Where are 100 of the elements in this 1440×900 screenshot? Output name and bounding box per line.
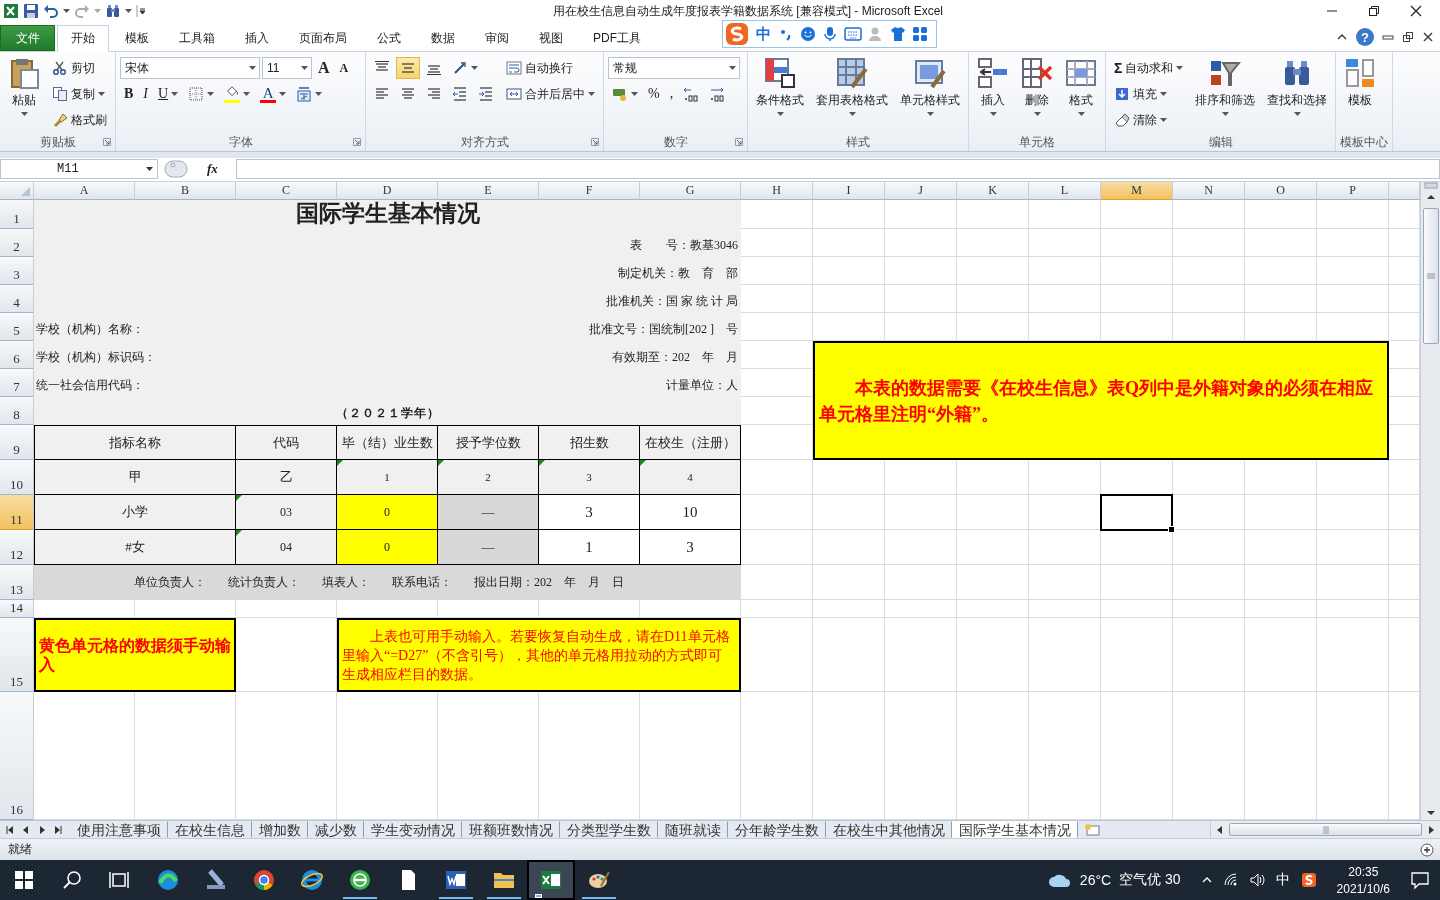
dialog-launcher-icon[interactable] xyxy=(353,138,361,146)
grid-cell[interactable] xyxy=(813,565,885,600)
grid-cell[interactable] xyxy=(1029,257,1101,285)
grid-cell[interactable] xyxy=(957,692,1029,820)
format-button[interactable]: % xyxy=(644,83,664,105)
grid-cell[interactable] xyxy=(1101,618,1173,692)
grid-cell[interactable] xyxy=(1029,692,1101,820)
row-header[interactable]: 8 xyxy=(0,397,34,425)
grid-cell[interactable] xyxy=(741,600,813,618)
grid-cell[interactable] xyxy=(1101,692,1173,820)
grid-cell[interactable] xyxy=(957,257,1029,285)
grid-cell[interactable] xyxy=(1245,257,1317,285)
grid-cell[interactable] xyxy=(1245,565,1317,600)
grid-cell[interactable] xyxy=(1173,313,1245,341)
row-header[interactable]: 4 xyxy=(0,285,34,313)
grid-cell[interactable] xyxy=(813,530,885,565)
microphone-icon[interactable] xyxy=(822,26,838,42)
grid-cell[interactable] xyxy=(1101,285,1173,313)
grid-cell[interactable] xyxy=(1389,460,1420,495)
grid-cell[interactable] xyxy=(957,285,1029,313)
grid-cell[interactable] xyxy=(1317,530,1389,565)
scroll-thumb[interactable] xyxy=(1422,208,1439,344)
grid-cell[interactable] xyxy=(135,600,236,618)
grid-cell[interactable] xyxy=(1173,257,1245,285)
sheet-tab[interactable]: 国际学生基本情况 xyxy=(952,821,1078,838)
grid-cell[interactable] xyxy=(236,600,337,618)
ribbon-button[interactable]: 复制 xyxy=(48,83,109,105)
ribbon-button[interactable]: 排序和筛选 xyxy=(1191,54,1260,119)
grid-cell[interactable] xyxy=(438,692,539,820)
grid-cell[interactable] xyxy=(1245,313,1317,341)
next-sheet-icon[interactable] xyxy=(38,825,46,834)
column-header[interactable]: K xyxy=(957,182,1029,200)
insert-sheet-icon[interactable] xyxy=(1084,823,1102,837)
last-sheet-icon[interactable] xyxy=(54,825,62,834)
grid-cell[interactable] xyxy=(438,600,539,618)
ribbon-button[interactable]: 粘贴 xyxy=(4,54,44,119)
grid-cell[interactable] xyxy=(1173,530,1245,565)
grid-cell[interactable] xyxy=(741,200,813,229)
ribbon-button[interactable]: 自动换行 xyxy=(502,57,577,79)
grid-cell[interactable] xyxy=(885,565,957,600)
grid-cell[interactable] xyxy=(1245,600,1317,618)
insert-function-button[interactable]: fx xyxy=(206,159,219,178)
grid-cell[interactable] xyxy=(885,200,957,229)
grid-cell[interactable] xyxy=(885,257,957,285)
previous-sheet-icon[interactable] xyxy=(22,825,30,834)
grid-cell[interactable] xyxy=(1245,692,1317,820)
grid-cell[interactable] xyxy=(1317,313,1389,341)
keyboard-icon[interactable] xyxy=(844,27,862,41)
column-header[interactable]: E xyxy=(438,182,539,200)
grid-cell[interactable] xyxy=(1029,565,1101,600)
grid-cell[interactable] xyxy=(1317,600,1389,618)
grid-cell[interactable] xyxy=(1101,313,1173,341)
grid-cell[interactable] xyxy=(1245,460,1317,495)
grid-cell[interactable] xyxy=(1245,229,1317,257)
column-header[interactable]: C xyxy=(236,182,337,200)
grid-cell[interactable] xyxy=(741,341,813,369)
grid-cell[interactable] xyxy=(1389,257,1420,285)
row-header[interactable]: 3 xyxy=(0,257,34,285)
grid-cell[interactable] xyxy=(1245,530,1317,565)
grid-cell[interactable] xyxy=(236,692,337,820)
column-header[interactable]: M xyxy=(1101,182,1173,200)
ribbon-button[interactable]: 插入 xyxy=(973,54,1013,119)
ribbon-tab[interactable]: 模板 xyxy=(111,25,163,51)
grid-cell[interactable] xyxy=(1173,285,1245,313)
column-header[interactable]: D xyxy=(337,182,438,200)
grid-cell[interactable] xyxy=(1029,200,1101,229)
grid-cell[interactable] xyxy=(885,600,957,618)
format-button[interactable]: A xyxy=(314,57,334,79)
format-button[interactable]: U xyxy=(154,83,183,105)
ribbon-tab[interactable]: 公式 xyxy=(363,25,415,51)
help-button[interactable]: ? xyxy=(1356,28,1374,46)
column-header[interactable]: H xyxy=(741,182,813,200)
vertical-scrollbar[interactable] xyxy=(1420,182,1440,820)
grid-cell[interactable] xyxy=(741,460,813,495)
grid-cell[interactable] xyxy=(957,229,1029,257)
row-header[interactable]: 5 xyxy=(0,313,34,341)
grid-cell[interactable] xyxy=(813,618,885,692)
emoji-icon[interactable] xyxy=(800,26,816,42)
grid-cell[interactable] xyxy=(1389,341,1420,369)
grid-cell[interactable] xyxy=(1317,200,1389,229)
ribbon-button[interactable]: 剪切 xyxy=(48,57,99,79)
ribbon-button[interactable]: 模板 xyxy=(1340,54,1381,112)
font-color-button[interactable]: A xyxy=(256,83,291,105)
restore-icon[interactable] xyxy=(1402,31,1414,43)
grid-cell[interactable] xyxy=(957,565,1029,600)
grid-cell[interactable] xyxy=(1389,618,1420,692)
column-header[interactable]: N xyxy=(1173,182,1245,200)
grid-cell[interactable] xyxy=(1317,257,1389,285)
grid-cell[interactable] xyxy=(1389,397,1420,425)
grid-cell[interactable] xyxy=(741,285,813,313)
grid-cell[interactable] xyxy=(1173,495,1245,530)
taskbar-button[interactable] xyxy=(527,860,575,900)
apps-icon[interactable] xyxy=(912,26,928,42)
grid-cell[interactable] xyxy=(337,692,438,820)
grid-cell[interactable] xyxy=(1389,229,1420,257)
grid-cell[interactable] xyxy=(34,600,135,618)
grid-cell[interactable] xyxy=(1317,618,1389,692)
column-header[interactable]: I xyxy=(813,182,885,200)
grid-cell[interactable] xyxy=(885,618,957,692)
grid-cell[interactable] xyxy=(1101,565,1173,600)
